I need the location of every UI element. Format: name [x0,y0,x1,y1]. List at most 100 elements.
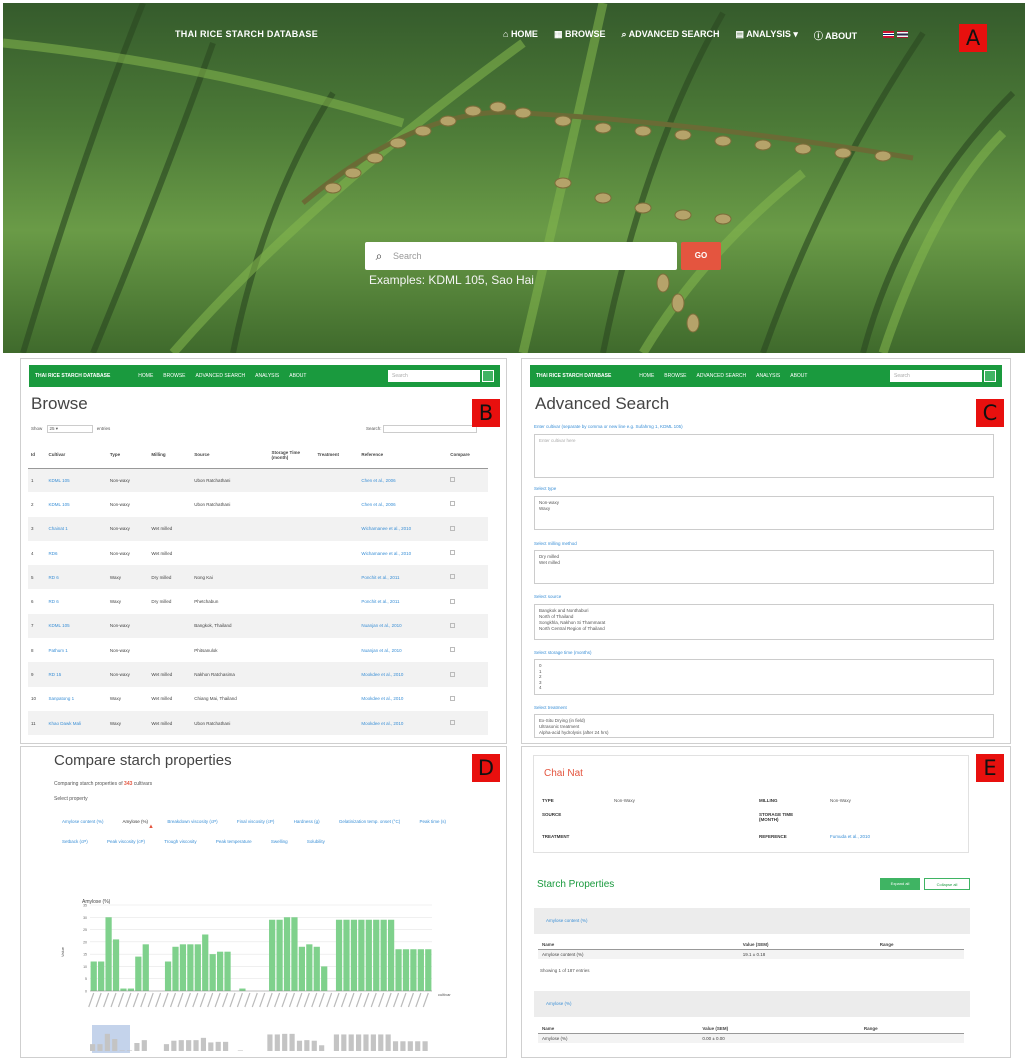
chart-bar[interactable] [239,988,246,991]
col-storage[interactable]: Storage Time (month) [268,442,315,469]
nav-title[interactable]: THAI RICE STARCH DATABASE [35,373,110,379]
col-id[interactable]: Id [28,442,46,469]
chart-bar[interactable] [321,966,328,991]
nav-about[interactable]: ABOUT [289,373,306,379]
nav-search-button[interactable] [482,370,494,382]
chart-bar[interactable] [90,961,97,991]
chart-bar[interactable] [216,951,224,991]
chart-bar[interactable] [402,949,410,991]
thai-flag-icon[interactable] [897,31,908,38]
compare-checkbox[interactable] [450,574,456,580]
chart-bar[interactable] [298,946,306,991]
accordion-header[interactable]: Amylose (%) [534,991,970,1017]
entries-select[interactable]: 25 ▾ [46,425,93,433]
chart-bar[interactable] [358,919,365,991]
chart-bar[interactable] [291,917,298,991]
chart-bar[interactable] [202,934,209,991]
col-source[interactable]: Source [191,442,269,469]
chart-bar[interactable] [395,949,402,991]
chart-bar[interactable] [120,988,127,991]
chart-bar[interactable] [135,956,142,991]
chart-bar[interactable] [172,946,179,991]
nav-advanced-search[interactable]: ⌕ ADVANCED SEARCH [621,29,719,42]
chart-bar[interactable] [209,954,216,991]
accordion-header[interactable]: Amylose content (%) [534,908,970,934]
chart-bar[interactable] [387,919,395,991]
property-link[interactable]: Peak time (s) [420,819,447,824]
reference-link[interactable]: Fumuda et al., 2010 [830,834,870,839]
nav-analysis[interactable]: ANALYSIS [255,373,279,379]
property-link[interactable]: Gelatinization temp. onset (°C) [339,819,400,824]
chart-bar[interactable] [373,919,380,991]
nav-advanced-search[interactable]: ADVANCED SEARCH [196,373,246,379]
compare-checkbox[interactable] [450,671,456,677]
chart-bar[interactable] [380,919,387,991]
milling-select[interactable]: Dry milled Wet milled [534,550,994,584]
nav-browse[interactable]: BROWSE [163,373,185,379]
chart-bar[interactable] [350,919,358,991]
property-link[interactable]: Breakdown viscosity (cP) [167,819,217,824]
property-link[interactable]: Peak viscosity (cP) [107,839,145,844]
property-link[interactable]: Amylose content (%) [62,819,104,824]
property-link[interactable]: Final viscosity (cP) [237,819,275,824]
hero-search-input[interactable]: ⌕ Search [365,242,677,270]
nav-about[interactable]: ⓘ ABOUT [814,29,857,42]
nav-advanced-search[interactable]: ADVANCED SEARCH [697,373,747,379]
chart-bar[interactable] [224,951,231,991]
go-button[interactable]: GO [681,242,721,270]
nav-analysis[interactable]: ANALYSIS [756,373,780,379]
chart-bar[interactable] [187,944,194,991]
storage-select[interactable]: 0 1 2 3 4 [534,659,994,695]
chart-bar[interactable] [105,917,112,991]
chart-bar[interactable] [179,944,187,991]
compare-checkbox[interactable] [450,647,456,653]
nav-analysis[interactable]: ▤ ANALYSIS ▾ [736,29,798,42]
treatment-select[interactable]: Ex-Situ Drying (in field) Ultrasonic tre… [534,714,994,738]
chart-bar[interactable] [313,946,320,991]
compare-checkbox[interactable] [450,550,456,556]
chart-navigator[interactable] [90,1033,428,1051]
col-milling[interactable]: Milling [148,442,192,469]
chart-bar[interactable] [425,949,432,991]
nav-home[interactable]: HOME [639,373,654,379]
option[interactable]: Alpha-acid hydrolysis (after 24 hrs) [539,730,989,736]
compare-checkbox[interactable] [450,525,456,531]
option[interactable]: Wet milled [539,560,989,566]
nav-browse[interactable]: ▦ BROWSE [554,29,606,42]
nav-search-input[interactable]: Search [388,370,480,382]
uk-flag-icon[interactable] [883,31,894,38]
col-treatment[interactable]: Treatment [314,442,359,469]
compare-checkbox[interactable] [450,501,456,507]
chart-bar[interactable] [112,939,120,991]
chart-bar[interactable] [127,988,135,991]
nav-browse[interactable]: BROWSE [664,373,686,379]
col-compare[interactable]: Compare [447,442,488,469]
chart-bar[interactable] [306,944,313,991]
property-link[interactable]: Setback (cP) [62,839,88,844]
compare-checkbox[interactable] [450,695,456,701]
nav-title[interactable]: THAI RICE STARCH DATABASE [536,373,611,379]
compare-checkbox[interactable] [450,720,456,726]
property-link[interactable]: Peak temperature [216,839,252,844]
chart-bar[interactable] [283,917,291,991]
property-link-active[interactable]: Amylose (%) [123,819,149,824]
option[interactable]: 4 [539,685,989,691]
chart-bar[interactable] [142,944,149,991]
table-search-input[interactable] [382,425,477,433]
chart-bar[interactable] [343,919,350,991]
nav-home[interactable]: HOME [138,373,153,379]
language-switcher[interactable] [883,31,908,38]
nav-home[interactable]: ⌂ HOME [503,29,538,42]
source-select[interactable]: Bangkok and Nonthaburi North of Thailand… [534,604,994,640]
type-select[interactable]: Non-waxy Waxy [534,496,994,530]
chart-bar[interactable] [276,919,283,991]
option[interactable]: North Central Region of Thailand [539,626,989,632]
property-link[interactable]: Trough viscosity [164,839,196,844]
chart-bar[interactable] [335,919,343,991]
compare-checkbox[interactable] [450,477,456,483]
nav-about[interactable]: ABOUT [790,373,807,379]
nav-search-button[interactable] [984,370,996,382]
chart-bar[interactable] [417,949,424,991]
col-cultivar[interactable]: Cultivar [45,442,107,469]
chart-bar[interactable] [164,961,172,991]
